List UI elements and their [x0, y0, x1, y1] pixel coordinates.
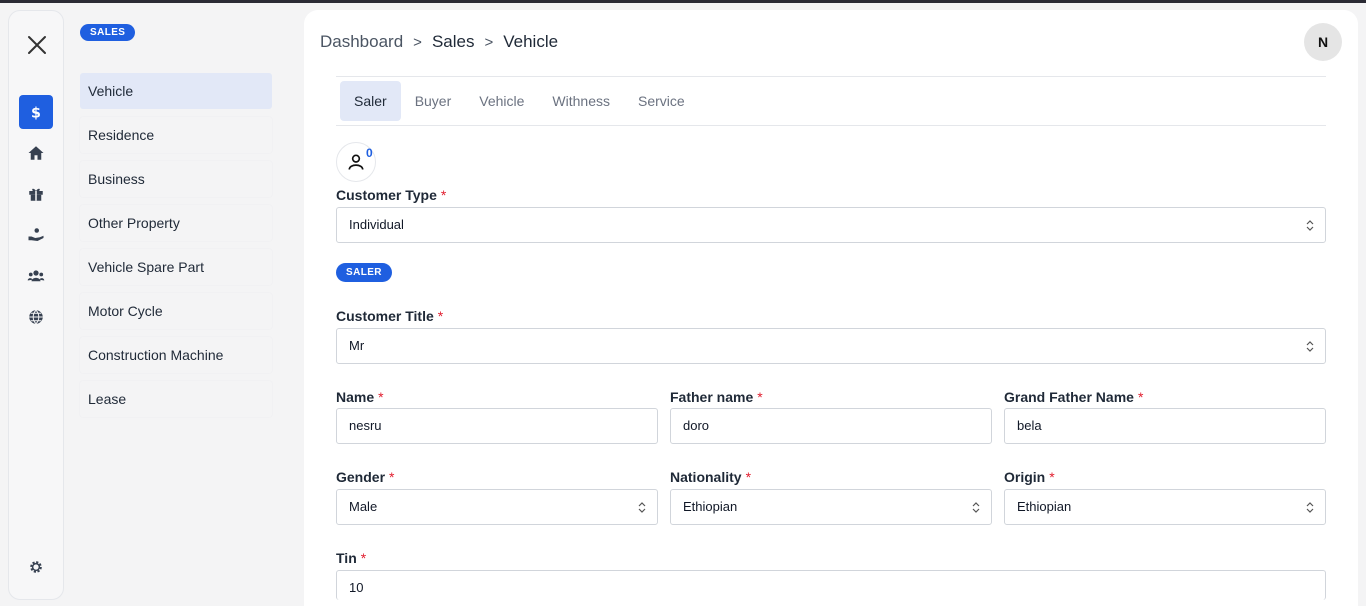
- breadcrumb-separator: >: [413, 33, 422, 51]
- subnav-item-vehicle[interactable]: Vehicle: [80, 73, 272, 109]
- tin-value: 10: [349, 580, 364, 595]
- chevron-up-down-icon: [638, 502, 646, 513]
- customer-type-select[interactable]: Individual: [336, 207, 1326, 243]
- gender-label-text: Gender: [336, 469, 386, 485]
- role-badge: SALER: [336, 263, 392, 282]
- subnav-list: Vehicle Residence Business Other Propert…: [80, 73, 272, 417]
- subnav-item-motor-cycle[interactable]: Motor Cycle: [80, 293, 272, 329]
- tab-withness[interactable]: Withness: [538, 81, 624, 121]
- required-mark: *: [378, 389, 384, 405]
- father-name-field[interactable]: doro: [670, 408, 992, 444]
- father-name-label: Father name *: [670, 389, 763, 405]
- tab-vehicle[interactable]: Vehicle: [465, 81, 538, 121]
- tabs-divider: [336, 125, 1326, 126]
- customer-type-label: Customer Type *: [336, 187, 446, 203]
- svg-text:$: $: [31, 105, 41, 121]
- main-panel: Dashboard > Sales > Vehicle N Saler Buye…: [304, 10, 1358, 606]
- subnav-item-lease[interactable]: Lease: [80, 381, 272, 417]
- required-mark: *: [1049, 469, 1055, 485]
- grand-father-name-value: bela: [1017, 418, 1042, 433]
- globe-icon[interactable]: [19, 300, 53, 334]
- chevron-up-down-icon: [1306, 341, 1314, 352]
- tab-buyer[interactable]: Buyer: [401, 81, 466, 121]
- nationality-value: Ethiopian: [683, 499, 738, 514]
- subnav-item-vehicle-spare-part[interactable]: Vehicle Spare Part: [80, 249, 272, 285]
- breadcrumb-sales[interactable]: Sales: [432, 32, 475, 52]
- required-mark: *: [745, 469, 752, 485]
- gender-select[interactable]: Male: [336, 489, 658, 525]
- section-badge: SALES: [80, 24, 136, 41]
- tin-label: Tin *: [336, 550, 366, 566]
- dollar-icon[interactable]: $: [19, 95, 53, 129]
- customer-type-value: Individual: [349, 217, 404, 232]
- father-name-value: doro: [683, 418, 710, 433]
- form-tabs: Saler Buyer Vehicle Withness Service: [340, 81, 699, 121]
- customer-title-value: Mr: [349, 338, 365, 353]
- tab-saler[interactable]: Saler: [340, 81, 401, 121]
- customer-title-select[interactable]: Mr: [336, 328, 1326, 364]
- gear-icon[interactable]: [19, 550, 53, 584]
- users-icon[interactable]: [19, 259, 53, 293]
- origin-label: Origin *: [1004, 469, 1055, 485]
- subnav-item-construction-machine[interactable]: Construction Machine: [80, 337, 272, 373]
- required-mark: *: [440, 187, 447, 203]
- required-mark: *: [757, 389, 763, 405]
- required-mark: *: [1137, 389, 1144, 405]
- origin-label-text: Origin: [1004, 469, 1046, 485]
- breadcrumb-dashboard[interactable]: Dashboard: [320, 32, 403, 52]
- name-label: Name *: [336, 389, 384, 405]
- grand-father-name-label: Grand Father Name *: [1004, 389, 1143, 405]
- customer-title-label-text: Customer Title: [336, 308, 434, 324]
- gender-label: Gender *: [336, 469, 394, 485]
- grand-father-name-field[interactable]: bela: [1004, 408, 1326, 444]
- chevron-up-down-icon: [1306, 220, 1314, 231]
- breadcrumb: Dashboard > Sales > Vehicle: [320, 32, 558, 52]
- gift-icon[interactable]: [19, 177, 53, 211]
- grand-father-name-label-text: Grand Father Name: [1004, 389, 1134, 405]
- origin-value: Ethiopian: [1017, 499, 1072, 514]
- father-name-label-text: Father name: [670, 389, 754, 405]
- breadcrumb-separator: >: [484, 33, 494, 51]
- customer-type-label-text: Customer Type: [336, 187, 437, 203]
- subnav-item-residence[interactable]: Residence: [80, 117, 272, 153]
- nationality-label-text: Nationality: [670, 469, 742, 485]
- tin-label-text: Tin: [336, 550, 357, 566]
- nationality-label: Nationality *: [670, 469, 751, 485]
- breadcrumb-vehicle: Vehicle: [503, 32, 559, 51]
- required-mark: *: [437, 308, 444, 324]
- origin-select[interactable]: Ethiopian: [1004, 489, 1326, 525]
- gender-value: Male: [349, 499, 378, 514]
- home-icon[interactable]: [19, 136, 53, 170]
- chevron-up-down-icon: [1306, 502, 1314, 513]
- customer-title-label: Customer Title *: [336, 308, 443, 324]
- avatar[interactable]: N: [1304, 23, 1342, 61]
- required-mark: *: [389, 469, 395, 485]
- hand-coin-icon[interactable]: [19, 218, 53, 252]
- person-count: 0: [366, 146, 373, 160]
- tab-service[interactable]: Service: [624, 81, 699, 121]
- icon-rail: $: [8, 10, 64, 600]
- subnav-item-business[interactable]: Business: [80, 161, 272, 197]
- subnav-item-other-property[interactable]: Other Property: [80, 205, 272, 241]
- header-divider: [336, 76, 1326, 77]
- tin-field[interactable]: 10: [336, 570, 1326, 600]
- name-label-text: Name: [336, 389, 375, 405]
- required-mark: *: [360, 550, 367, 566]
- window-top-border: [0, 0, 1366, 3]
- chevron-up-down-icon: [972, 502, 980, 513]
- sales-subnav: SALES Vehicle Residence Business Other P…: [80, 22, 272, 425]
- close-icon[interactable]: [25, 33, 49, 57]
- name-value: nesru: [349, 418, 382, 433]
- name-field[interactable]: nesru: [336, 408, 658, 444]
- nationality-select[interactable]: Ethiopian: [670, 489, 992, 525]
